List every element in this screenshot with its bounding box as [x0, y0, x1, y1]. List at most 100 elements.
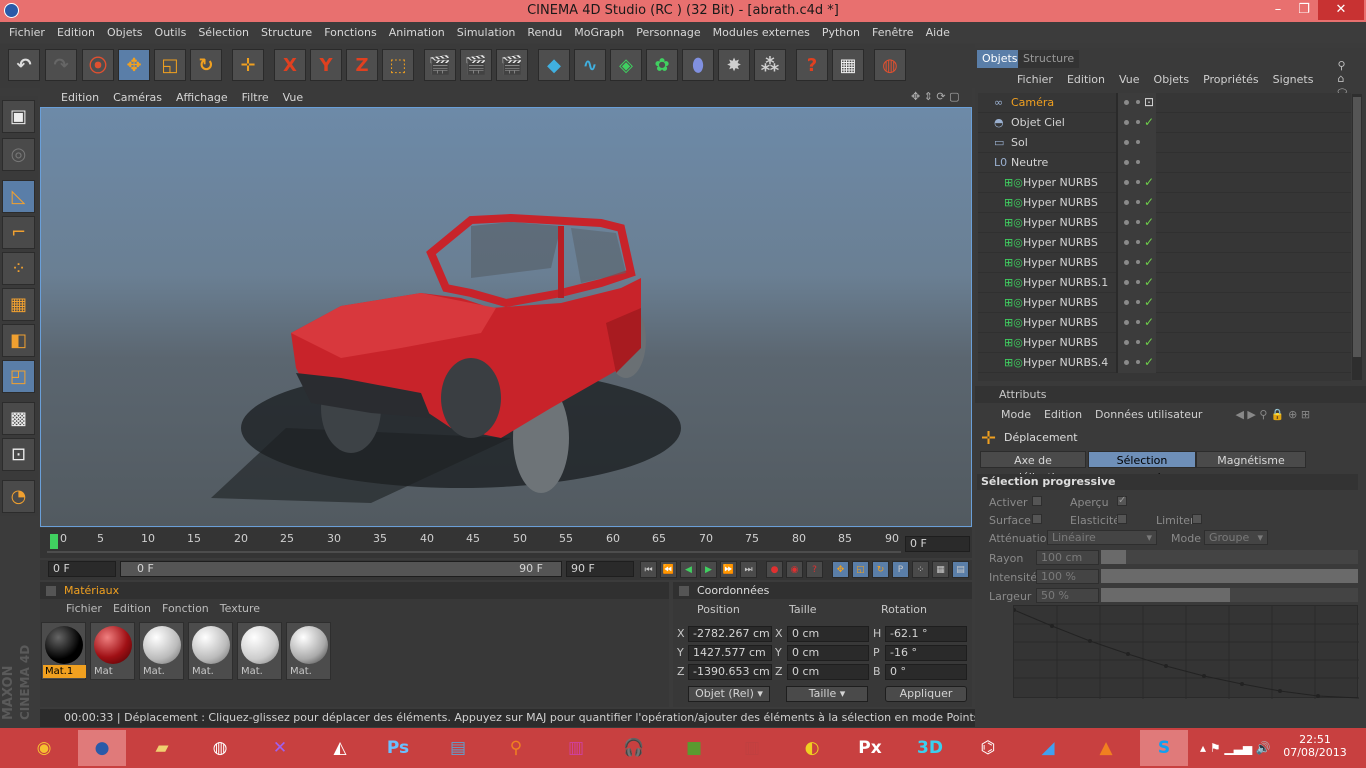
surface-checkbox[interactable]	[1032, 514, 1042, 524]
object-row[interactable]: ⊞◎ Hyper NURBS ✓	[978, 193, 1351, 213]
render-dot[interactable]	[1136, 180, 1140, 184]
largeur-field[interactable]: 50 %	[1036, 588, 1099, 603]
rotation-b-field[interactable]: 0 °	[885, 664, 967, 680]
enabled-check-icon[interactable]: ✓	[1144, 255, 1154, 269]
tab-objets[interactable]: Objets	[977, 50, 1023, 68]
web-icon[interactable]: ◍	[874, 49, 906, 81]
render-dot[interactable]	[1136, 100, 1140, 104]
y-axis-button[interactable]: Y	[310, 49, 342, 81]
object-row[interactable]: ⊞◎ Hyper NURBS.4 ✓	[978, 353, 1351, 373]
objects-menu-signets[interactable]: Signets	[1273, 73, 1314, 86]
viewport-menu-vue[interactable]: Vue	[276, 91, 311, 104]
unity-icon[interactable]: ◭	[316, 730, 364, 766]
workplane-icon[interactable]: ⊡	[2, 438, 35, 471]
mode-dropdown[interactable]: Groupe ▾	[1204, 530, 1268, 545]
object-row[interactable]: ⊞◎ Hyper NURBS ✓	[978, 333, 1351, 353]
keyframe-help-icon[interactable]: ?	[806, 561, 823, 578]
object-row[interactable]: ⊞◎ Hyper NURBS ✓	[978, 313, 1351, 333]
current-frame-field[interactable]: 0 F	[905, 536, 970, 552]
menu-objets[interactable]: Objets	[101, 26, 149, 39]
apply-button[interactable]: Appliquer	[885, 686, 967, 702]
material-swatch[interactable]: Mat.	[188, 622, 233, 680]
x-axis-button[interactable]: X	[274, 49, 306, 81]
limiter-checkbox[interactable]	[1192, 514, 1202, 524]
intensite-slider[interactable]	[1101, 569, 1358, 583]
visibility-dot[interactable]	[1124, 300, 1129, 305]
rotation-p-field[interactable]: -16 °	[885, 645, 967, 661]
menu-modules-externes[interactable]: Modules externes	[707, 26, 816, 39]
record-icon[interactable]: ●	[766, 561, 783, 578]
play-icon[interactable]: ▶	[700, 561, 717, 578]
enabled-check-icon[interactable]: ✓	[1144, 335, 1154, 349]
visibility-dot[interactable]	[1124, 160, 1129, 165]
object-row[interactable]: ◓ Objet Ciel ✓	[978, 113, 1351, 133]
materials-menu-fichier[interactable]: Fichier	[66, 602, 102, 615]
tab-structure[interactable]: Structure	[1018, 50, 1080, 68]
sculpt-icon[interactable]: ◎	[2, 138, 35, 171]
audacity-icon[interactable]: 🎧	[610, 730, 658, 766]
object-row[interactable]: ⊞◎ Hyper NURBS ✓	[978, 213, 1351, 233]
edges-mode-icon[interactable]: ▦	[2, 288, 35, 321]
tab-axe-modelisation[interactable]: Axe de modélisation	[980, 451, 1086, 484]
objects-menu-proprietes[interactable]: Propriétés	[1203, 73, 1259, 86]
enabled-check-icon[interactable]: ✓	[1144, 315, 1154, 329]
vlc-icon[interactable]: ▲	[1082, 730, 1130, 766]
object-row[interactable]: ⊞◎ Hyper NURBS ✓	[978, 233, 1351, 253]
undo-icon[interactable]: ↶	[8, 49, 40, 81]
skype-icon[interactable]: S	[1140, 730, 1188, 766]
position-z-field[interactable]: -1390.653 cm	[688, 664, 772, 680]
app-icon[interactable]: ▥	[728, 730, 776, 766]
content-browser-icon[interactable]: ▦	[832, 49, 864, 81]
render-dot[interactable]	[1136, 320, 1140, 324]
autokey-icon[interactable]: ◉	[786, 561, 803, 578]
add-move-icon[interactable]: ✛	[232, 49, 264, 81]
timeline-icon[interactable]: ▦	[932, 561, 949, 578]
visibility-dot[interactable]	[1124, 100, 1129, 105]
viewport-3d[interactable]	[40, 107, 972, 527]
points-mode-icon[interactable]: ⁘	[2, 252, 35, 285]
model-mode-icon[interactable]: ◺	[2, 180, 35, 213]
visibility-dot[interactable]	[1124, 320, 1129, 325]
materials-menu-edition[interactable]: Edition	[113, 602, 151, 615]
chrome-icon[interactable]: ◉	[20, 730, 68, 766]
playhead[interactable]	[50, 534, 58, 549]
spline-icon[interactable]: ∿	[574, 49, 606, 81]
app-icon[interactable]: ◐	[788, 730, 836, 766]
menu-edition[interactable]: Edition	[51, 26, 101, 39]
material-swatch[interactable]: Mat.	[286, 622, 331, 680]
menu-mograph[interactable]: MoGraph	[568, 26, 630, 39]
menu-fichier[interactable]: Fichier	[3, 26, 51, 39]
app-icon[interactable]: ✕	[256, 730, 304, 766]
enabled-check-icon[interactable]: ✓	[1144, 355, 1154, 369]
range-slider[interactable]: 0 F 90 F	[120, 561, 562, 577]
menu-fenetre[interactable]: Fenêtre	[866, 26, 920, 39]
light-icon[interactable]: ⁂	[754, 49, 786, 81]
render-dot[interactable]	[1136, 220, 1140, 224]
visibility-dot[interactable]	[1124, 240, 1129, 245]
objects-menu-vue[interactable]: Vue	[1119, 73, 1140, 86]
live-selection-icon[interactable]: ⦿	[82, 49, 114, 81]
object-row[interactable]: ⊞◎ Hyper NURBS ✓	[978, 293, 1351, 313]
app-icon[interactable]: ◍	[196, 730, 244, 766]
materials-menu-fonction[interactable]: Fonction	[162, 602, 209, 615]
activer-checkbox[interactable]	[1032, 496, 1042, 506]
clock[interactable]: 22:51 07/08/2013	[1270, 733, 1360, 759]
key-position-icon[interactable]: ✥	[832, 561, 849, 578]
menu-structure[interactable]: Structure	[255, 26, 318, 39]
nurbs-icon[interactable]: ◈	[610, 49, 642, 81]
go-start-icon[interactable]: ⏮	[640, 561, 657, 578]
render-dot[interactable]	[1136, 120, 1140, 124]
object-row[interactable]: L0 Neutre	[978, 153, 1351, 173]
visibility-dot[interactable]	[1124, 200, 1129, 205]
z-axis-button[interactable]: Z	[346, 49, 378, 81]
app-icon[interactable]: Px	[846, 730, 894, 766]
menu-selection[interactable]: Sélection	[192, 26, 255, 39]
go-end-icon[interactable]: ⏭	[740, 561, 757, 578]
rayon-field[interactable]: 100 cm	[1036, 550, 1099, 565]
redo-icon[interactable]: ↷	[45, 49, 77, 81]
menu-outils[interactable]: Outils	[149, 26, 193, 39]
snap-icon[interactable]: ◔	[2, 480, 35, 513]
render-dot[interactable]	[1136, 200, 1140, 204]
minecraft-icon[interactable]: ■	[670, 730, 718, 766]
falloff-curve-graph[interactable]	[1012, 605, 1360, 699]
